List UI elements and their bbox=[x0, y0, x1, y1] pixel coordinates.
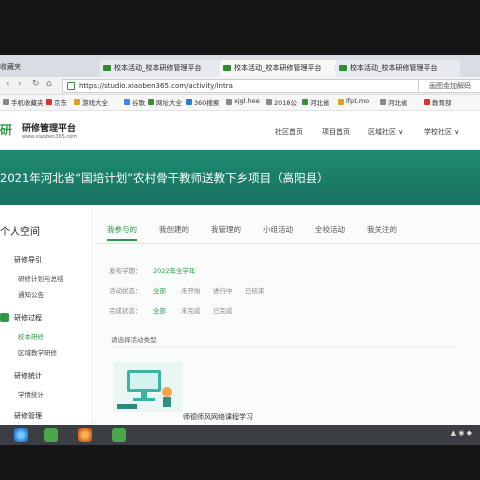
site-favicon-icon bbox=[339, 65, 347, 71]
nav-school-community[interactable]: 学校社区 ∨ bbox=[424, 127, 459, 137]
bookmarks-bar: 手机收藏夹 京东 游戏大全 谷歌 网址大全 360搜索 xjgl.hee 201… bbox=[0, 95, 480, 111]
filter-status-ended[interactable]: 已结束 bbox=[245, 285, 265, 295]
bookmark-icon bbox=[46, 99, 52, 105]
sidebar-item-notice[interactable]: 通知公告 bbox=[18, 289, 44, 299]
filter-complete-all[interactable]: 全部 bbox=[153, 305, 166, 315]
logo-title[interactable]: 研修管理平台 bbox=[22, 121, 76, 134]
activity-type-select[interactable]: 请选择活动类型 bbox=[111, 334, 456, 347]
tab-managed[interactable]: 我管理的 bbox=[211, 224, 241, 235]
bookmark-icon bbox=[302, 99, 308, 105]
refresh-icon[interactable]: ↻ bbox=[32, 79, 40, 89]
browser-window: 收藏夹 校本活动_校本研修管理平台 校本活动_校本研修管理平台 × 校本活动_校… bbox=[0, 55, 480, 425]
browser-tab-1[interactable]: 校本活动_校本研修管理平台 bbox=[100, 60, 226, 77]
bookmark-icon bbox=[3, 99, 9, 105]
course-thumbnail[interactable] bbox=[113, 362, 183, 412]
sidebar-item-plan[interactable]: 研修计划与总结 bbox=[18, 273, 64, 283]
bookmark-item[interactable]: 360搜索 bbox=[186, 97, 219, 107]
site-favicon-icon bbox=[223, 65, 231, 71]
tab-school-activity[interactable]: 全校活动 bbox=[315, 224, 345, 235]
site-favicon-icon bbox=[103, 65, 111, 71]
bookmark-item[interactable]: 手机收藏夹 bbox=[3, 97, 44, 107]
firefox-icon[interactable] bbox=[78, 428, 92, 442]
sidebar-item-region-research[interactable]: 区域教学研修 bbox=[18, 347, 57, 357]
site-header: 研 研修管理平台 www.xiaoben365.com 社区首页 项目首页 区域… bbox=[0, 111, 480, 150]
nav-community-home[interactable]: 社区首页 bbox=[275, 127, 303, 137]
bookmark-icon bbox=[148, 99, 154, 105]
project-title: 2021年河北省“国培计划”农村骨干教师送教下乡项目（高阳县） bbox=[0, 171, 329, 185]
bookmark-icon bbox=[338, 99, 344, 105]
filter-complete-incomplete[interactable]: 未完成 bbox=[181, 305, 201, 315]
course-title[interactable]: 师德师风网络课程学习 bbox=[183, 412, 253, 422]
filter-semester-label: 发布学期： bbox=[109, 267, 142, 275]
forward-icon[interactable]: › bbox=[18, 79, 22, 89]
process-icon bbox=[0, 313, 9, 322]
tab-strip: 收藏夹 校本活动_校本研修管理平台 校本活动_校本研修管理平台 × 校本活动_校… bbox=[0, 55, 480, 77]
sidebar-item-school-research[interactable]: 校本研修 bbox=[18, 331, 44, 341]
url-input[interactable]: https://studio.xiaoben365.com/activity/i… bbox=[62, 79, 430, 93]
bookmark-item[interactable]: 游戏大全 bbox=[74, 97, 108, 107]
system-tray-icon[interactable]: ▲ ◉ ◆ bbox=[451, 429, 472, 437]
lock-icon bbox=[67, 82, 75, 90]
bookmark-item[interactable]: 河北省 bbox=[302, 97, 330, 107]
bookmark-item[interactable]: 2018公 bbox=[266, 97, 297, 107]
folder-icon[interactable] bbox=[112, 428, 126, 442]
filter-status-label: 活动状态： bbox=[109, 287, 142, 295]
search-input[interactable]: 画图金加解码 bbox=[418, 79, 480, 93]
bookmark-item[interactable]: xjgl.hee bbox=[226, 97, 260, 105]
app-icon[interactable] bbox=[44, 428, 58, 442]
ie-browser-icon[interactable] bbox=[14, 428, 28, 442]
bookmark-item[interactable]: 京东 bbox=[46, 97, 67, 107]
nav-region-community[interactable]: 区域社区 ∨ bbox=[368, 127, 403, 137]
bookmark-icon bbox=[186, 99, 192, 105]
sidebar-section-guide[interactable]: 研修导引 bbox=[14, 255, 42, 265]
sidebar-section-stats[interactable]: 研修统计 bbox=[14, 371, 42, 381]
filter-complete-label: 完成状态： bbox=[109, 307, 142, 315]
sidebar-title: 个人空间 bbox=[0, 227, 40, 238]
filter-status-ongoing[interactable]: 进行中 bbox=[213, 285, 233, 295]
bookmark-item[interactable]: 网址大全 bbox=[148, 97, 182, 107]
tab-group-activity[interactable]: 小组活动 bbox=[263, 224, 293, 235]
main-content: 我参与的 我创建的 我管理的 小组活动 全校活动 我关注的 发布学期： 2022… bbox=[95, 207, 480, 425]
tab-participated[interactable]: 我参与的 bbox=[107, 224, 137, 241]
sidebar-section-manage[interactable]: 研修管理 bbox=[14, 411, 42, 421]
sidebar-section-process[interactable]: 研修过程 bbox=[0, 313, 42, 323]
bookmark-icon bbox=[74, 99, 80, 105]
activity-tabs: 我参与的 我创建的 我管理的 小组活动 全校活动 我关注的 bbox=[95, 217, 480, 244]
sidebar-item-learning-stats[interactable]: 学情统计 bbox=[18, 389, 44, 399]
sidebar: 个人空间 研修导引 研修计划与总结 通知公告 研修过程 校本研修 区域教学研修 … bbox=[0, 207, 93, 425]
filter-complete-complete[interactable]: 已完成 bbox=[213, 305, 233, 315]
bookmark-item[interactable]: lfpt.mo bbox=[338, 97, 369, 105]
home-icon[interactable]: ⌂ bbox=[46, 79, 52, 89]
filter-status-all[interactable]: 全部 bbox=[153, 285, 166, 295]
favorites-label[interactable]: 收藏夹 bbox=[0, 62, 21, 72]
tab-followed[interactable]: 我关注的 bbox=[367, 224, 397, 235]
bookmark-item[interactable]: 教育部 bbox=[424, 97, 452, 107]
logo[interactable]: 研 bbox=[0, 121, 12, 138]
browser-tab-2[interactable]: 校本活动_校本研修管理平台 × bbox=[220, 60, 344, 77]
nav-project-home[interactable]: 项目首页 bbox=[322, 127, 350, 137]
filter-status-not-started[interactable]: 未开始 bbox=[181, 285, 201, 295]
taskbar: ▲ ◉ ◆ bbox=[0, 425, 480, 445]
logo-url: www.xiaoben365.com bbox=[22, 134, 78, 140]
bookmark-icon bbox=[266, 99, 272, 105]
back-icon[interactable]: ‹ bbox=[6, 79, 10, 89]
tab-created[interactable]: 我创建的 bbox=[159, 224, 189, 235]
project-banner: 2021年河北省“国培计划”农村骨干教师送教下乡项目（高阳县） bbox=[0, 150, 480, 205]
address-bar: ‹ › ↻ ⌂ https://studio.xiaoben365.com/ac… bbox=[0, 77, 480, 95]
bookmark-item[interactable]: 谷歌 bbox=[124, 97, 145, 107]
filter-semester-option[interactable]: 2022年全学年 bbox=[153, 265, 196, 275]
bookmark-item[interactable]: 河北省 bbox=[380, 97, 408, 107]
bookmark-icon bbox=[424, 99, 430, 105]
bookmark-icon bbox=[124, 99, 130, 105]
bookmark-icon bbox=[226, 99, 232, 105]
bookmark-icon bbox=[380, 99, 386, 105]
browser-tab-3[interactable]: 校本活动_校本研修管理平台 bbox=[336, 60, 460, 77]
